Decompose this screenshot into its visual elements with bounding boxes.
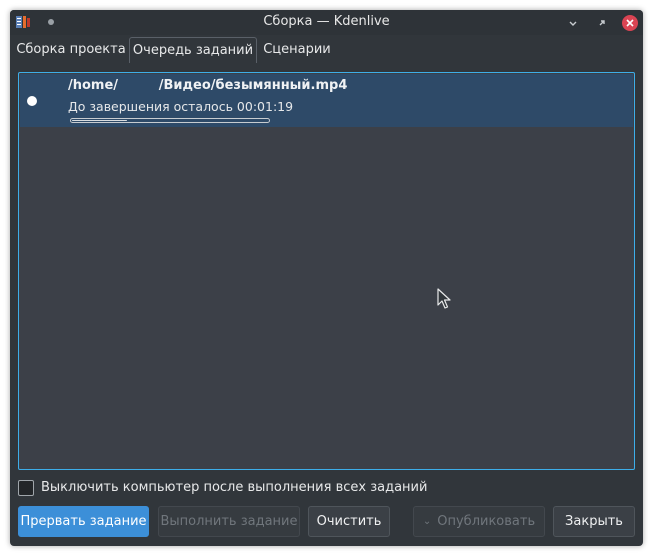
job-file-path: /home/ /Видео/безымянный.mp4 [68, 78, 348, 93]
window-title: Сборка — Kdenlive [263, 14, 390, 29]
running-dot-icon [27, 96, 37, 106]
job-progress-fill [72, 120, 127, 121]
tab-bar: Сборка проекта Очередь заданий Сценарии [10, 35, 643, 63]
shutdown-label: Выключить компьютер после выполнения все… [41, 480, 428, 495]
kdenlive-app-icon[interactable] [16, 15, 30, 29]
job-time-remaining: До завершения осталось 00:01:19 [68, 99, 294, 114]
shutdown-checkbox[interactable] [18, 480, 34, 496]
mouse-pointer-icon [437, 288, 451, 309]
abort-job-button[interactable]: Прервать задание [18, 506, 149, 537]
minimize-icon[interactable] [565, 15, 581, 31]
render-dialog-window: Сборка — Kdenlive Сборка проекта Очередь… [10, 10, 643, 546]
clear-button[interactable]: Очистить [308, 506, 390, 537]
close-icon[interactable] [622, 15, 638, 31]
job-progress-bar [70, 118, 270, 123]
tab-render-project[interactable]: Сборка проекта [13, 37, 129, 63]
job-queue-list[interactable]: /home/ /Видео/безымянный.mp4 До завершен… [18, 72, 635, 470]
chevron-down-icon: ⌄ [422, 516, 432, 527]
title-bar[interactable]: Сборка — Kdenlive [10, 10, 643, 35]
close-button[interactable]: Закрыть [553, 506, 635, 537]
maximize-icon[interactable] [594, 15, 610, 31]
shutdown-option[interactable]: Выключить компьютер после выполнения все… [18, 480, 618, 498]
run-job-button[interactable]: Выполнить задание [158, 506, 300, 537]
publish-button-label: Опубликовать [437, 514, 536, 529]
pin-icon[interactable] [48, 19, 54, 25]
tab-job-queue[interactable]: Очередь заданий [129, 37, 257, 63]
publish-button[interactable]: ⌄ Опубликовать [413, 506, 545, 537]
tab-scripts[interactable]: Сценарии [257, 37, 337, 63]
job-list-item[interactable]: /home/ /Видео/безымянный.mp4 До завершен… [20, 74, 633, 127]
